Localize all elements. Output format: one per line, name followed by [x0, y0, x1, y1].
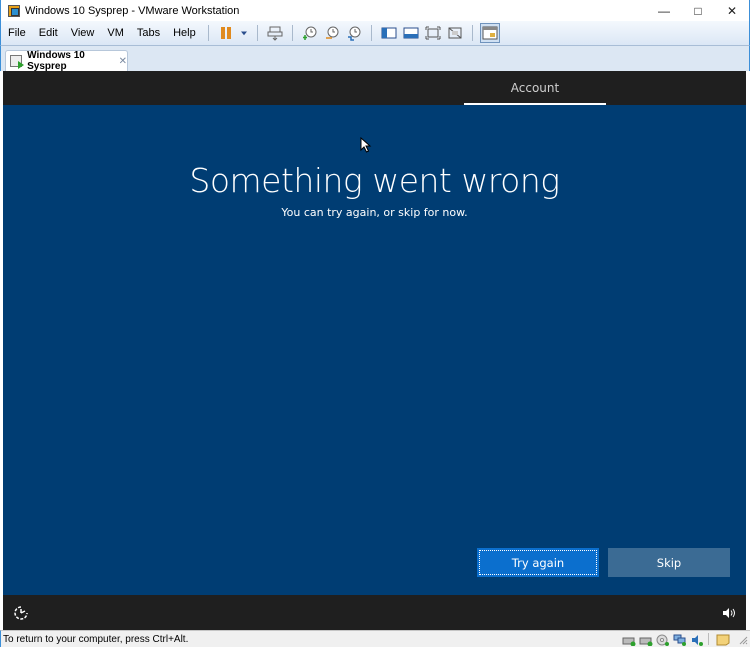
vm-running-icon [10, 55, 25, 69]
cd-dvd-icon[interactable] [656, 633, 670, 646]
send-ctrl-alt-del-icon[interactable] [265, 23, 285, 43]
network-icon[interactable] [673, 633, 687, 646]
toolbar-separator [471, 25, 473, 41]
menu-help[interactable]: Help [167, 27, 202, 39]
volume-icon[interactable] [722, 606, 736, 620]
toolbar-separator [370, 25, 372, 41]
tab-windows-10-sysprep[interactable]: Windows 10 Sysprep ✕ [5, 50, 128, 72]
oobe-step-account: Account [510, 81, 560, 95]
oobe-step-underline [464, 103, 606, 105]
hard-disk-2-icon[interactable] [639, 633, 653, 647]
window-title: Windows 10 Sysprep - VMware Workstation [25, 4, 240, 17]
toolbar-separator [207, 25, 209, 41]
sound-card-icon[interactable] [690, 633, 704, 646]
dropdown-arrow-icon[interactable] [238, 23, 250, 43]
take-snapshot-icon[interactable] [300, 23, 320, 43]
tab-label: Windows 10 Sysprep [27, 50, 85, 72]
minimize-button[interactable]: — [647, 0, 681, 21]
menu-edit[interactable]: Edit [33, 27, 64, 39]
tab-close-icon[interactable]: ✕ [119, 56, 127, 67]
toolbar-separator [256, 25, 258, 41]
toolbar-separator [291, 25, 293, 41]
message-log-icon[interactable] [716, 633, 730, 646]
skip-button[interactable]: Skip [608, 548, 730, 577]
menu-toolbar: File Edit View VM Tabs Help [0, 21, 750, 46]
vm-console[interactable]: Account Something went wrong You can try… [3, 71, 746, 630]
mouse-cursor-icon [360, 137, 372, 153]
tab-strip: Windows 10 Sysprep ✕ [0, 46, 750, 72]
snapshot-manager-icon[interactable] [344, 23, 364, 43]
status-bar: To return to your computer, press Ctrl+A… [0, 630, 750, 647]
status-separator [708, 633, 709, 645]
fit-guest-icon[interactable] [423, 23, 443, 43]
window-controls: — □ ✕ [647, 0, 749, 21]
oobe-top-bar: Account [3, 71, 746, 105]
console-view-icon[interactable] [479, 23, 500, 43]
try-again-button[interactable]: Try again [477, 548, 599, 577]
menu-view[interactable]: View [65, 27, 101, 39]
show-library-icon[interactable] [379, 23, 399, 43]
maximize-button[interactable]: □ [681, 0, 715, 21]
menu-vm[interactable]: VM [101, 27, 130, 39]
unity-icon[interactable] [445, 23, 465, 43]
menu-file[interactable]: File [2, 27, 32, 39]
ease-of-access-icon[interactable] [13, 605, 29, 621]
close-button[interactable]: ✕ [715, 0, 749, 21]
menu-tabs[interactable]: Tabs [131, 27, 166, 39]
oobe-bottom-bar [3, 595, 746, 630]
error-subtext: You can try again, or skip for now. [281, 206, 468, 219]
vmware-app-icon [8, 4, 20, 17]
window-titlebar: Windows 10 Sysprep - VMware Workstation … [0, 0, 750, 21]
resize-grip-icon[interactable] [738, 635, 748, 645]
pause-icon[interactable] [216, 23, 236, 43]
hard-disk-icon[interactable] [622, 633, 636, 647]
fullscreen-console-icon[interactable] [401, 23, 421, 43]
status-message: To return to your computer, press Ctrl+A… [3, 633, 189, 645]
revert-snapshot-icon[interactable] [322, 23, 342, 43]
error-heading: Something went wrong [189, 161, 560, 200]
device-icons [619, 633, 730, 647]
